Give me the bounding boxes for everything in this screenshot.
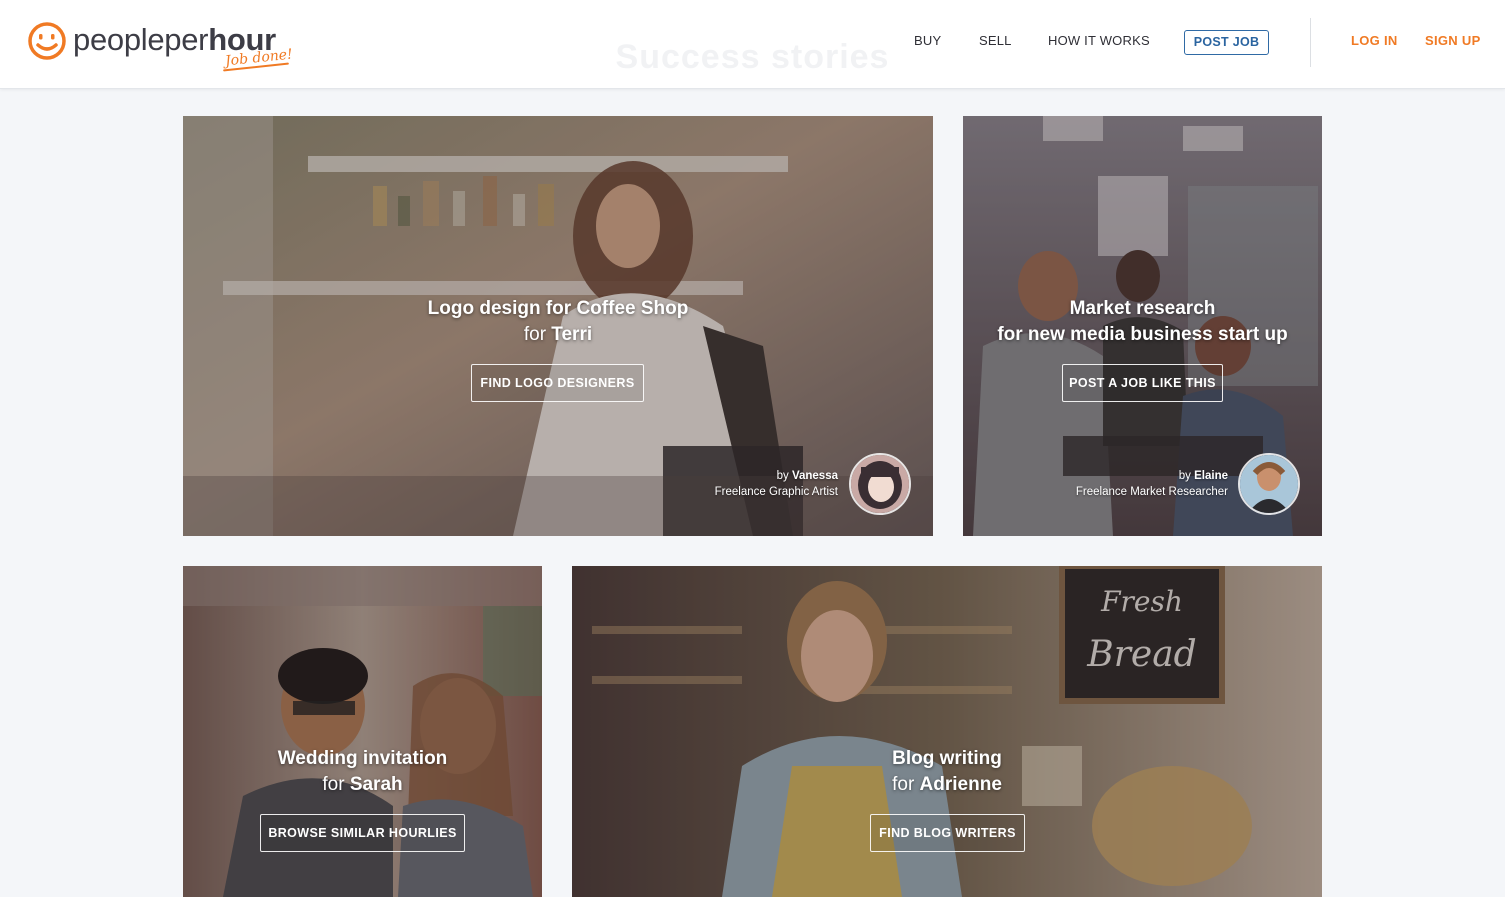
- story-card-market-research[interactable]: Market research for new media business s…: [963, 116, 1322, 536]
- nav-sell[interactable]: SELL: [979, 33, 1012, 48]
- freelancer-credit: by Vanessa Freelance Graphic Artist: [714, 470, 838, 498]
- site-logo[interactable]: peopleperhour Job done!: [27, 20, 297, 72]
- card-title-line2: for Terri: [523, 324, 593, 345]
- avatar-photo: [851, 455, 909, 513]
- nav-how-it-works[interactable]: HOW IT WORKS: [1048, 33, 1150, 48]
- card-title-line1: Market research: [1069, 298, 1216, 319]
- sign-up-link[interactable]: SIGN UP: [1425, 33, 1481, 48]
- card-title-line1: Blog writing: [892, 748, 1002, 769]
- card-title-line1: Wedding invitation: [277, 748, 448, 769]
- card-title: Blog writing for Adrienne: [572, 746, 1322, 798]
- freelancer-avatar[interactable]: [1238, 453, 1300, 515]
- log-in-link[interactable]: LOG IN: [1351, 33, 1398, 48]
- card-title: Logo design for Coffee Shop for Terri: [183, 296, 933, 348]
- browse-similar-hourlies-button[interactable]: BROWSE SIMILAR HOURLIES: [260, 814, 465, 852]
- card-title: Market research for new media business s…: [963, 296, 1322, 348]
- card-title-line2: for new media business start up: [997, 324, 1288, 345]
- post-job-button[interactable]: POST JOB: [1184, 30, 1269, 55]
- smiley-logo-icon: [28, 22, 66, 60]
- freelancer-avatar[interactable]: [849, 453, 911, 515]
- story-card-blog-writing[interactable]: Fresh Bread Blog writing for Adrienne FI…: [572, 566, 1322, 897]
- nav-buy[interactable]: BUY: [914, 33, 941, 48]
- card-title-line1: Logo design for Coffee Shop: [427, 298, 689, 319]
- freelancer-credit: by Elaine Freelance Market Researcher: [1075, 470, 1228, 498]
- site-header: Success stories peopleperhour Job done! …: [0, 0, 1505, 89]
- find-logo-designers-button[interactable]: FIND LOGO DESIGNERS: [471, 364, 644, 402]
- card-title-line2: for Adrienne: [892, 774, 1002, 795]
- find-blog-writers-button[interactable]: FIND BLOG WRITERS: [870, 814, 1025, 852]
- card-title-line2: for Sarah: [322, 774, 403, 795]
- card-title: Wedding invitation for Sarah: [183, 746, 542, 798]
- avatar-photo: [1240, 455, 1298, 513]
- story-card-wedding-invitation[interactable]: Wedding invitation for Sarah BROWSE SIMI…: [183, 566, 542, 897]
- nav-divider: [1310, 18, 1311, 67]
- post-a-job-like-this-button[interactable]: POST A JOB LIKE THIS: [1062, 364, 1223, 402]
- story-card-logo-design[interactable]: Logo design for Coffee Shop for Terri FI…: [183, 116, 933, 536]
